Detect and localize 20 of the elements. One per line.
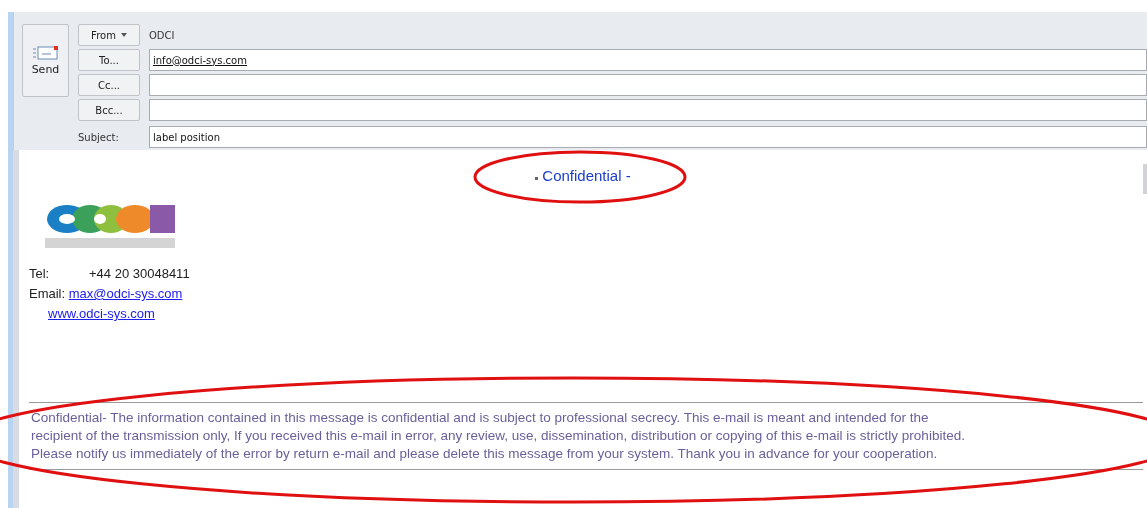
recipient-field[interactable]: info@odci-sys.com [149,49,1147,71]
email-link[interactable]: max@odci-sys.com [68,286,183,301]
cursor-mark [535,177,539,180]
heading-text: Confidential - [542,167,631,184]
send-button[interactable]: Send [22,24,69,97]
caret-icon [120,33,127,37]
email-label: Email: [29,286,66,301]
tel-label: Tel: [29,265,51,283]
recipient-button[interactable]: Bcc... [78,99,140,121]
envelope-icon [32,45,59,60]
subject-label: Subject: [78,131,120,143]
website-link[interactable]: www.odci-sys.com [48,306,155,321]
from-button[interactable]: From [78,24,140,46]
sender-name: ODCI [149,29,175,41]
subject-field[interactable]: label position [149,126,1147,148]
scrollbar[interactable] [1143,164,1147,194]
recipient-button[interactable]: To... [78,49,140,71]
disclaimer-text: Confidential- The information contained in this message is confidential and is subject to professional secrecy. This e-mail is meant and intended for the recipient of the transmission only, If you received this e-mail in error, any review, use, dissemination, distribution or copying of this e-mail is strictly prohibited. Please notify us immediately of the error by return e-mail and please delete this message from your system. Thank you in advance for your cooperation. [31,409,965,463]
recipient-button[interactable]: Cc... [78,74,140,96]
phone-number: +44 20 30048411 [89,266,190,281]
